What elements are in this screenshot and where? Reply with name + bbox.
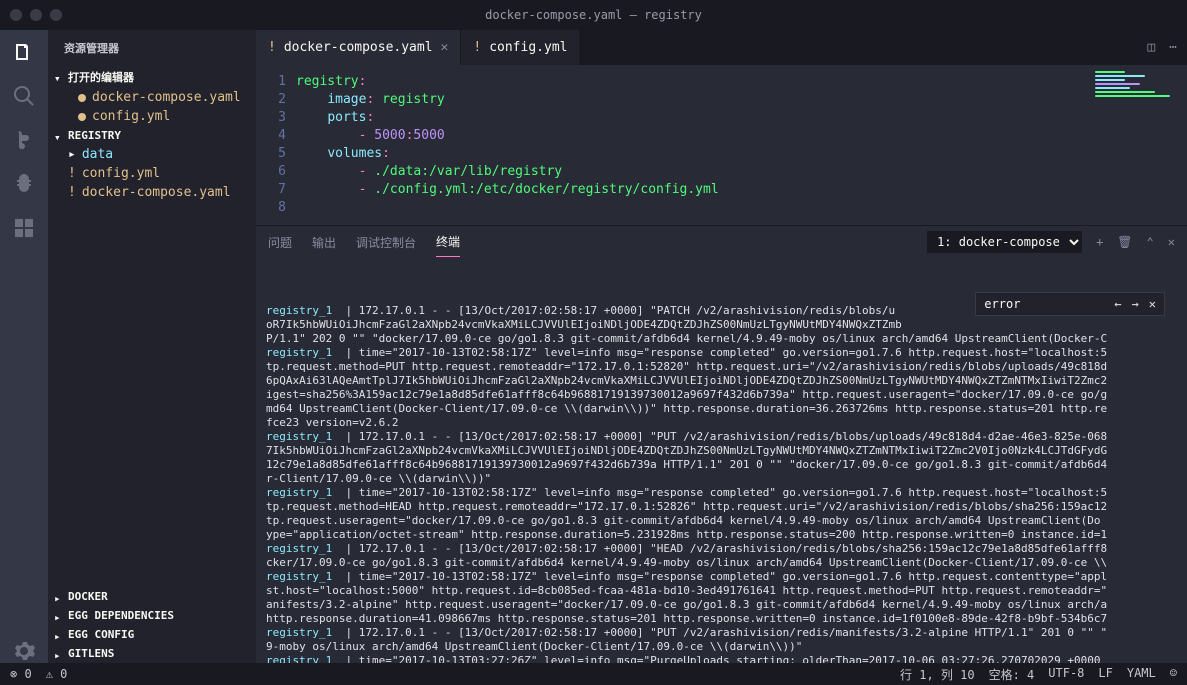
titlebar: docker-compose.yaml — registry: [0, 0, 1187, 30]
settings-icon[interactable]: [12, 639, 36, 663]
status-eol[interactable]: LF: [1098, 666, 1112, 683]
more-icon[interactable]: ⋯: [1169, 40, 1177, 55]
chevron-down-icon: ▾: [54, 72, 64, 82]
status-warnings[interactable]: ⚠ 0: [46, 667, 68, 681]
section-docker[interactable]: ▸DOCKER: [48, 587, 256, 606]
scm-icon[interactable]: [12, 128, 36, 152]
tab-docker-compose[interactable]: !docker-compose.yaml✕: [256, 30, 461, 65]
panel-tab-debug[interactable]: 调试控制台: [356, 228, 416, 257]
status-encoding[interactable]: UTF-8: [1048, 666, 1084, 683]
editor-tabs: !docker-compose.yaml✕ !config.yml ◫ ⋯: [256, 30, 1187, 65]
panel: 问题 输出 调试控制台 终端 1: docker-compose + 🗑 ⌃ ✕: [256, 225, 1187, 663]
folder-item[interactable]: ▸data: [48, 145, 256, 164]
chevron-right-icon: ▸: [54, 611, 64, 621]
explorer-icon[interactable]: [12, 40, 36, 64]
next-match-icon[interactable]: →: [1132, 297, 1139, 311]
open-editors-header[interactable]: ▾打开的编辑器: [48, 66, 256, 88]
line-numbers: 12345678: [256, 65, 296, 225]
code-content[interactable]: registry: image: registry ports: - 5000:…: [296, 65, 719, 225]
section-gitlens[interactable]: ▸GITLENS: [48, 644, 256, 663]
status-errors[interactable]: ⊗ 0: [10, 667, 32, 681]
minimize-window[interactable]: [30, 9, 42, 21]
search-icon[interactable]: [12, 84, 36, 108]
new-terminal-icon[interactable]: +: [1096, 235, 1103, 249]
editor[interactable]: 12345678 registry: image: registry ports…: [256, 65, 1187, 225]
close-icon[interactable]: ✕: [441, 40, 449, 55]
modified-dot-icon: [78, 113, 86, 121]
file-item[interactable]: ! config.yml: [48, 164, 256, 183]
project-header[interactable]: ▾REGISTRY: [48, 126, 256, 145]
section-egg-config[interactable]: ▸EGG CONFIG: [48, 625, 256, 644]
terminal-selector[interactable]: 1: docker-compose: [927, 231, 1082, 253]
terminal-output[interactable]: ← → ✕ registry_1 | 172.17.0.1 - - [13/Oc…: [256, 258, 1187, 663]
chevron-right-icon: ▸: [54, 592, 64, 602]
status-indent[interactable]: 空格: 4: [989, 666, 1035, 683]
extensions-icon[interactable]: [12, 216, 36, 240]
kill-terminal-icon[interactable]: 🗑: [1117, 235, 1132, 249]
find-widget: ← → ✕: [975, 292, 1165, 316]
open-editor-item[interactable]: config.yml: [48, 107, 256, 126]
panel-tab-output[interactable]: 输出: [312, 228, 336, 257]
panel-tab-terminal[interactable]: 终端: [436, 227, 460, 257]
close-find-icon[interactable]: ✕: [1149, 297, 1156, 311]
window-title: docker-compose.yaml — registry: [485, 8, 702, 22]
close-window[interactable]: [10, 9, 22, 21]
maximize-window[interactable]: [50, 9, 62, 21]
prev-match-icon[interactable]: ←: [1114, 297, 1121, 311]
maximize-panel-icon[interactable]: ⌃: [1147, 235, 1154, 249]
split-editor-icon[interactable]: ◫: [1147, 40, 1155, 55]
chevron-right-icon: ▸: [54, 630, 64, 640]
status-cursor[interactable]: 行 1, 列 10: [900, 666, 975, 683]
minimap[interactable]: [1087, 65, 1187, 225]
panel-tab-problems[interactable]: 问题: [268, 228, 292, 257]
chevron-right-icon: ▸: [54, 649, 64, 659]
status-lang[interactable]: YAML: [1127, 666, 1156, 683]
sidebar: 资源管理器 ▾打开的编辑器 docker-compose.yaml config…: [48, 30, 256, 663]
section-egg-deps[interactable]: ▸EGG DEPENDENCIES: [48, 606, 256, 625]
chevron-right-icon: ▸: [68, 147, 76, 162]
status-bar: ⊗ 0 ⚠ 0 行 1, 列 10 空格: 4 UTF-8 LF YAML ☺: [0, 663, 1187, 685]
open-editor-item[interactable]: docker-compose.yaml: [48, 88, 256, 107]
status-feedback-icon[interactable]: ☺: [1170, 666, 1177, 683]
chevron-down-icon: ▾: [54, 131, 64, 141]
sidebar-title: 资源管理器: [48, 30, 256, 66]
tab-config[interactable]: !config.yml: [461, 30, 580, 65]
modified-dot-icon: [78, 94, 86, 102]
activity-bar: [0, 30, 48, 663]
find-input[interactable]: [984, 297, 1104, 311]
close-panel-icon[interactable]: ✕: [1168, 235, 1175, 249]
debug-icon[interactable]: [12, 172, 36, 196]
file-item[interactable]: ! docker-compose.yaml: [48, 183, 256, 202]
